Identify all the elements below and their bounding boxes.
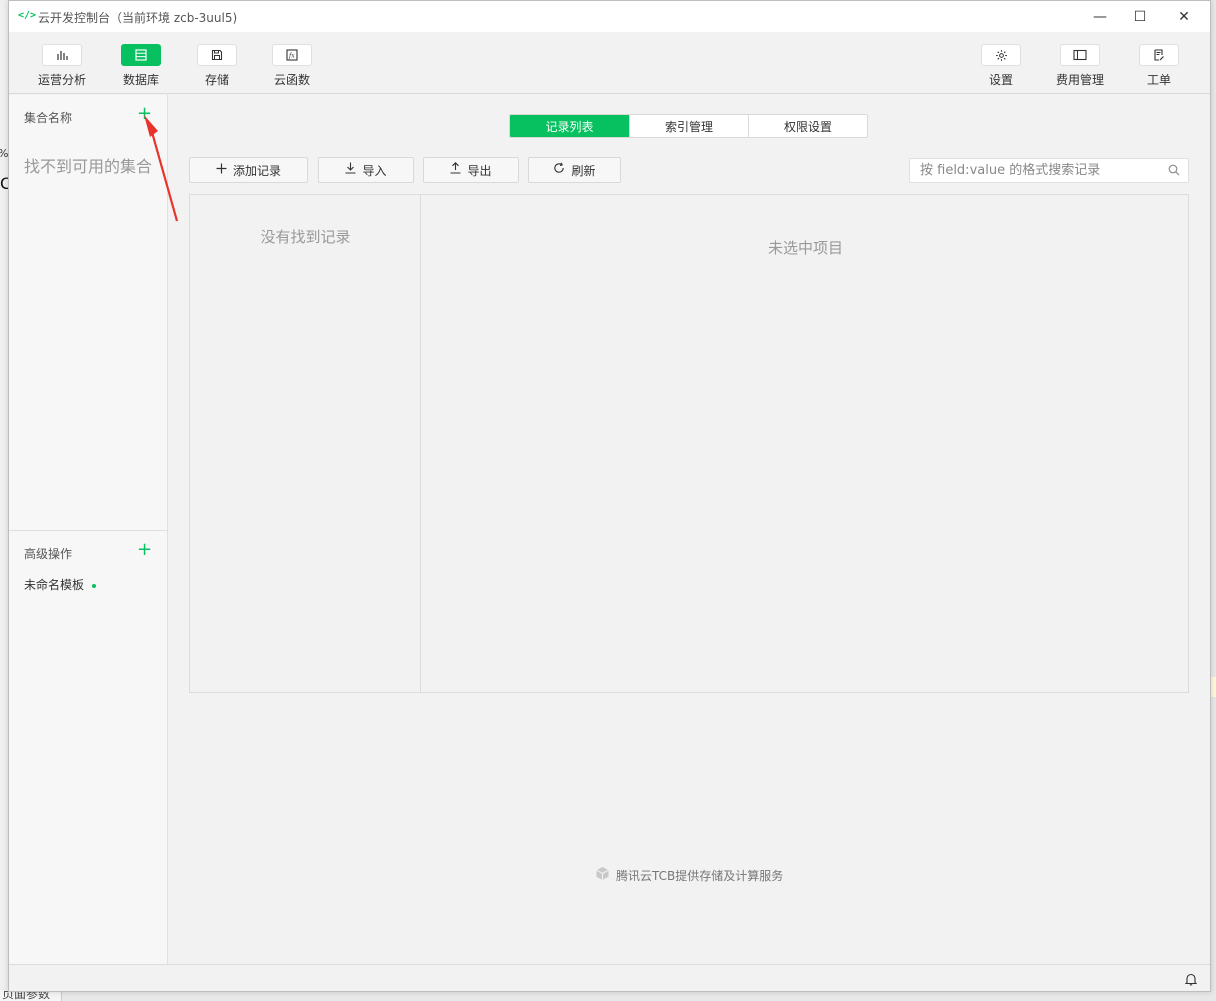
background-tab: 页面参数	[0, 991, 62, 1001]
toolbar-label: 工单	[1146, 73, 1171, 87]
code-icon: </>	[18, 10, 37, 21]
database-main: 记录列表 索引管理 权限设置 添加记录 导入 导出 刷新 没有找到记录	[169, 95, 1210, 964]
tab-bar: 记录列表 索引管理 权限设置	[509, 114, 868, 138]
toolbar-ticket[interactable]: 工单	[1129, 44, 1189, 88]
close-button[interactable]: ✕	[1161, 1, 1207, 32]
toolbar-button[interactable]	[1060, 44, 1100, 66]
title-bar: </> 云开发控制台（当前环境 zcb-3uul5) — ☐ ✕	[9, 1, 1210, 32]
toolbar-billing[interactable]: 费用管理	[1050, 44, 1110, 88]
toolbar-button[interactable]	[197, 44, 237, 66]
background-tab-label: 页面参数	[2, 991, 51, 1001]
toolbar-database[interactable]: 数据库	[111, 44, 171, 88]
no-selection-text: 未选中项目	[767, 239, 843, 257]
database-icon	[135, 49, 147, 61]
tencent-cloud-icon	[595, 866, 610, 884]
tcb-credit: 腾讯云TCB提供存储及计算服务	[595, 866, 783, 884]
credit-text: 腾讯云TCB提供存储及计算服务	[616, 868, 784, 883]
collection-sidebar: 集合名称 + 找不到可用的集合 高级操作 + 未命名模板	[9, 95, 168, 964]
gear-icon	[995, 49, 1007, 61]
main-toolbar: 运营分析 数据库 存储 fx 云函数 设置 费用管理 工单	[9, 32, 1210, 94]
tab-index-management[interactable]: 索引管理	[629, 115, 748, 137]
window-title: 云开发控制台（当前环境 zcb-3uul5)	[38, 11, 238, 25]
close-icon: ✕	[1178, 8, 1190, 25]
toolbar-label: 费用管理	[1055, 73, 1104, 87]
tab-record-list[interactable]: 记录列表	[510, 115, 629, 137]
toolbar-label: 云函数	[273, 73, 310, 87]
toolbar-button[interactable]	[981, 44, 1021, 66]
toolbar-settings[interactable]: 设置	[971, 44, 1031, 88]
download-icon	[345, 162, 356, 178]
toolbar-label: 数据库	[122, 73, 159, 87]
bell-icon[interactable]	[1184, 972, 1198, 989]
template-item-label: 未命名模板	[24, 578, 85, 592]
export-button[interactable]: 导出	[423, 157, 519, 183]
toolbar-analytics[interactable]: 运营分析	[32, 44, 92, 88]
records-panel: 没有找到记录 未选中项目	[189, 194, 1189, 693]
toolbar-button[interactable]	[1139, 44, 1179, 66]
upload-icon	[450, 162, 461, 178]
import-label: 导入	[362, 163, 387, 178]
tab-permissions[interactable]: 权限设置	[748, 115, 867, 137]
console-window: </> 云开发控制台（当前环境 zcb-3uul5) — ☐ ✕ 运营分析 数据…	[8, 0, 1211, 992]
advanced-operations-header: 高级操作	[24, 547, 73, 561]
add-template-button[interactable]: +	[137, 540, 152, 560]
storage-icon	[211, 49, 223, 61]
add-record-label: 添加记录	[232, 163, 281, 178]
background-app-edge: % C	[0, 0, 11, 1001]
refresh-button[interactable]: 刷新	[528, 157, 621, 183]
import-button[interactable]: 导入	[318, 157, 414, 183]
background-highlight	[1211, 677, 1216, 697]
toolbar-storage[interactable]: 存储	[187, 44, 247, 88]
search-input[interactable]	[910, 159, 1160, 182]
add-collection-button[interactable]: +	[137, 104, 152, 124]
collections-header: 集合名称	[24, 111, 73, 125]
toolbar-button[interactable]	[121, 44, 161, 66]
maximize-button[interactable]: ☐	[1117, 1, 1163, 32]
refresh-icon	[553, 162, 565, 178]
svg-text:fx: fx	[288, 53, 295, 60]
no-collections-text: 找不到可用的集合	[24, 157, 153, 176]
toolbar-button[interactable]	[42, 44, 82, 66]
minimize-icon: —	[1093, 8, 1107, 25]
record-list-pane: 没有找到记录	[190, 195, 421, 692]
toolbar-label: 设置	[988, 73, 1013, 87]
template-item[interactable]: 未命名模板	[24, 576, 97, 593]
ticket-icon	[1154, 49, 1164, 61]
refresh-label: 刷新	[571, 163, 596, 178]
bar-chart-icon	[57, 51, 68, 60]
add-record-button[interactable]: 添加记录	[189, 157, 308, 183]
sidebar-divider	[9, 530, 168, 531]
function-icon: fx	[286, 49, 298, 61]
no-records-text: 没有找到记录	[260, 228, 351, 246]
export-label: 导出	[467, 163, 492, 178]
plus-icon	[216, 163, 227, 178]
record-search	[909, 158, 1189, 183]
toolbar-button[interactable]: fx	[272, 44, 312, 66]
toolbar-functions[interactable]: fx 云函数	[262, 44, 322, 88]
billing-icon	[1073, 49, 1087, 61]
search-icon[interactable]	[1168, 164, 1180, 179]
toolbar-label: 运营分析	[37, 73, 86, 87]
toolbar-label: 存储	[204, 73, 229, 87]
maximize-icon: ☐	[1133, 8, 1147, 25]
status-dot	[92, 583, 97, 588]
status-bar	[9, 964, 1210, 991]
